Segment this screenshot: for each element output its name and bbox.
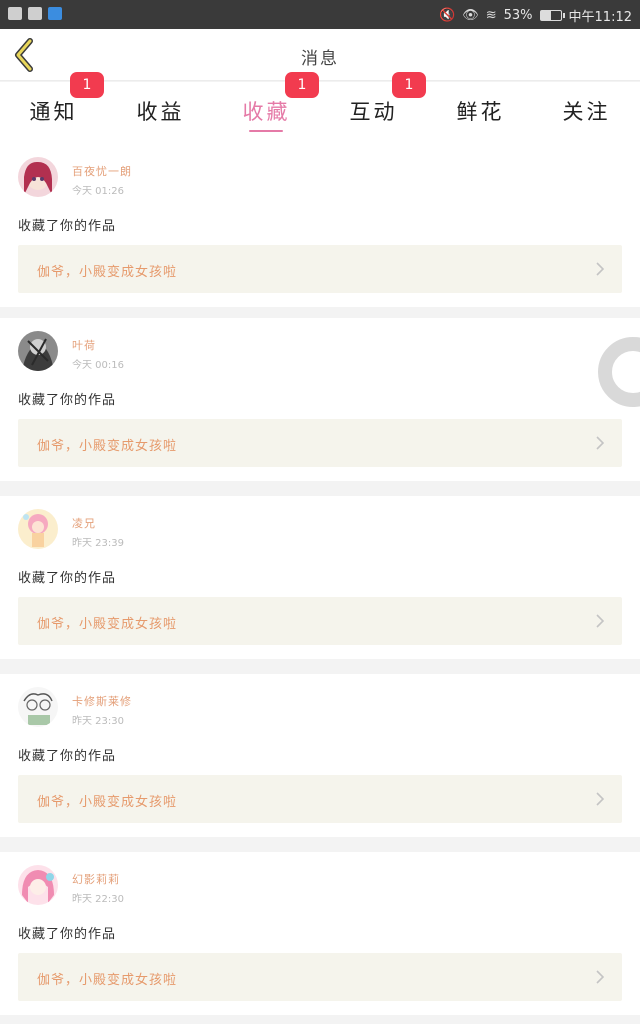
user-name[interactable]: 叶荷 — [72, 337, 96, 353]
tab-label: 收藏 — [242, 100, 291, 124]
timestamp: 今天 00:16 — [72, 360, 124, 371]
work-title: 伽爷，小殿变成女孩啦 — [37, 795, 178, 810]
tab-label: 互动 — [349, 100, 398, 124]
tab-bar: 通知 1 收益 收藏 1 互动 1 鲜花 关注 — [0, 72, 640, 144]
action-text: 收藏了你的作品 — [18, 571, 117, 586]
chevron-right-icon — [596, 614, 604, 628]
battery-icon — [539, 10, 565, 21]
timestamp: 昨天 23:39 — [72, 538, 124, 549]
timestamp: 今天 01:26 — [72, 186, 124, 197]
active-tab-indicator — [249, 130, 283, 132]
chevron-right-icon — [596, 262, 604, 276]
tab-label: 鲜花 — [456, 100, 505, 124]
user-name[interactable]: 凌兄 — [72, 515, 96, 531]
work-link[interactable]: 伽爷，小殿变成女孩啦 — [18, 245, 622, 293]
tab-following[interactable]: 关注 — [533, 82, 640, 144]
work-title: 伽爷，小殿变成女孩啦 — [37, 973, 178, 988]
unread-badge: 1 — [70, 72, 104, 98]
tab-interactions[interactable]: 互动 1 — [320, 72, 427, 144]
status-bar: 🔇 👁 ≋ 53% 中午11:12 — [0, 0, 640, 29]
tab-notifications[interactable]: 通知 1 — [0, 72, 107, 144]
tab-earnings[interactable]: 收益 — [107, 82, 214, 144]
wifi-icon: ≋ — [485, 8, 497, 23]
user-name[interactable]: 百夜忧一朗 — [72, 163, 132, 179]
tab-flowers[interactable]: 鲜花 — [427, 82, 534, 144]
user-name[interactable]: 幻影莉莉 — [72, 871, 120, 887]
timestamp: 昨天 23:30 — [72, 716, 124, 727]
list-item: 幻影莉莉 昨天 22:30 收藏了你的作品 伽爷，小殿变成女孩啦 — [0, 852, 640, 1015]
unread-badge: 1 — [285, 72, 319, 98]
avatar[interactable] — [18, 687, 58, 727]
action-text: 收藏了你的作品 — [18, 393, 117, 408]
avatar[interactable] — [18, 157, 58, 197]
action-text: 收藏了你的作品 — [18, 219, 117, 234]
user-name[interactable]: 卡修斯莱修 — [72, 693, 132, 709]
avatar[interactable] — [18, 331, 58, 371]
work-title: 伽爷，小殿变成女孩啦 — [37, 439, 178, 454]
app-icon — [8, 7, 22, 20]
avatar[interactable] — [18, 509, 58, 549]
timestamp: 昨天 22:30 — [72, 894, 124, 905]
chevron-right-icon — [596, 792, 604, 806]
list-item: 凌兄 昨天 23:39 收藏了你的作品 伽爷，小殿变成女孩啦 — [0, 496, 640, 659]
mute-icon: 🔇 — [439, 8, 456, 23]
tab-label: 收益 — [136, 100, 185, 124]
action-text: 收藏了你的作品 — [18, 749, 117, 764]
clock: 中午11:12 — [568, 10, 632, 25]
unread-badge: 1 — [392, 72, 426, 98]
action-text: 收藏了你的作品 — [18, 927, 117, 942]
chevron-right-icon — [596, 436, 604, 450]
work-title: 伽爷，小殿变成女孩啦 — [37, 265, 178, 280]
work-link[interactable]: 伽爷，小殿变成女孩啦 — [18, 597, 622, 645]
list-item: 百夜忧一朗 今天 01:26 收藏了你的作品 伽爷，小殿变成女孩啦 — [0, 144, 640, 307]
battery-percent: 53% — [503, 8, 533, 23]
work-title: 伽爷，小殿变成女孩啦 — [37, 617, 178, 632]
work-link[interactable]: 伽爷，小殿变成女孩啦 — [18, 419, 622, 467]
work-link[interactable]: 伽爷，小殿变成女孩啦 — [18, 953, 622, 1001]
work-link[interactable]: 伽爷，小殿变成女孩啦 — [18, 775, 622, 823]
list-item: 叶荷 今天 00:16 收藏了你的作品 伽爷，小殿变成女孩啦 — [0, 318, 640, 481]
notification-icons — [8, 7, 62, 20]
eye-icon: 👁 — [462, 8, 479, 23]
page-title: 消息 — [301, 49, 339, 69]
tab-label: 通知 — [29, 100, 78, 124]
tab-label: 关注 — [562, 100, 611, 124]
app-icon — [28, 7, 42, 20]
browser-icon — [48, 7, 62, 20]
list-item: 卡修斯莱修 昨天 23:30 收藏了你的作品 伽爷，小殿变成女孩啦 — [0, 674, 640, 837]
avatar[interactable] — [18, 865, 58, 905]
chevron-right-icon — [596, 970, 604, 984]
tab-favorites[interactable]: 收藏 1 — [213, 72, 320, 144]
